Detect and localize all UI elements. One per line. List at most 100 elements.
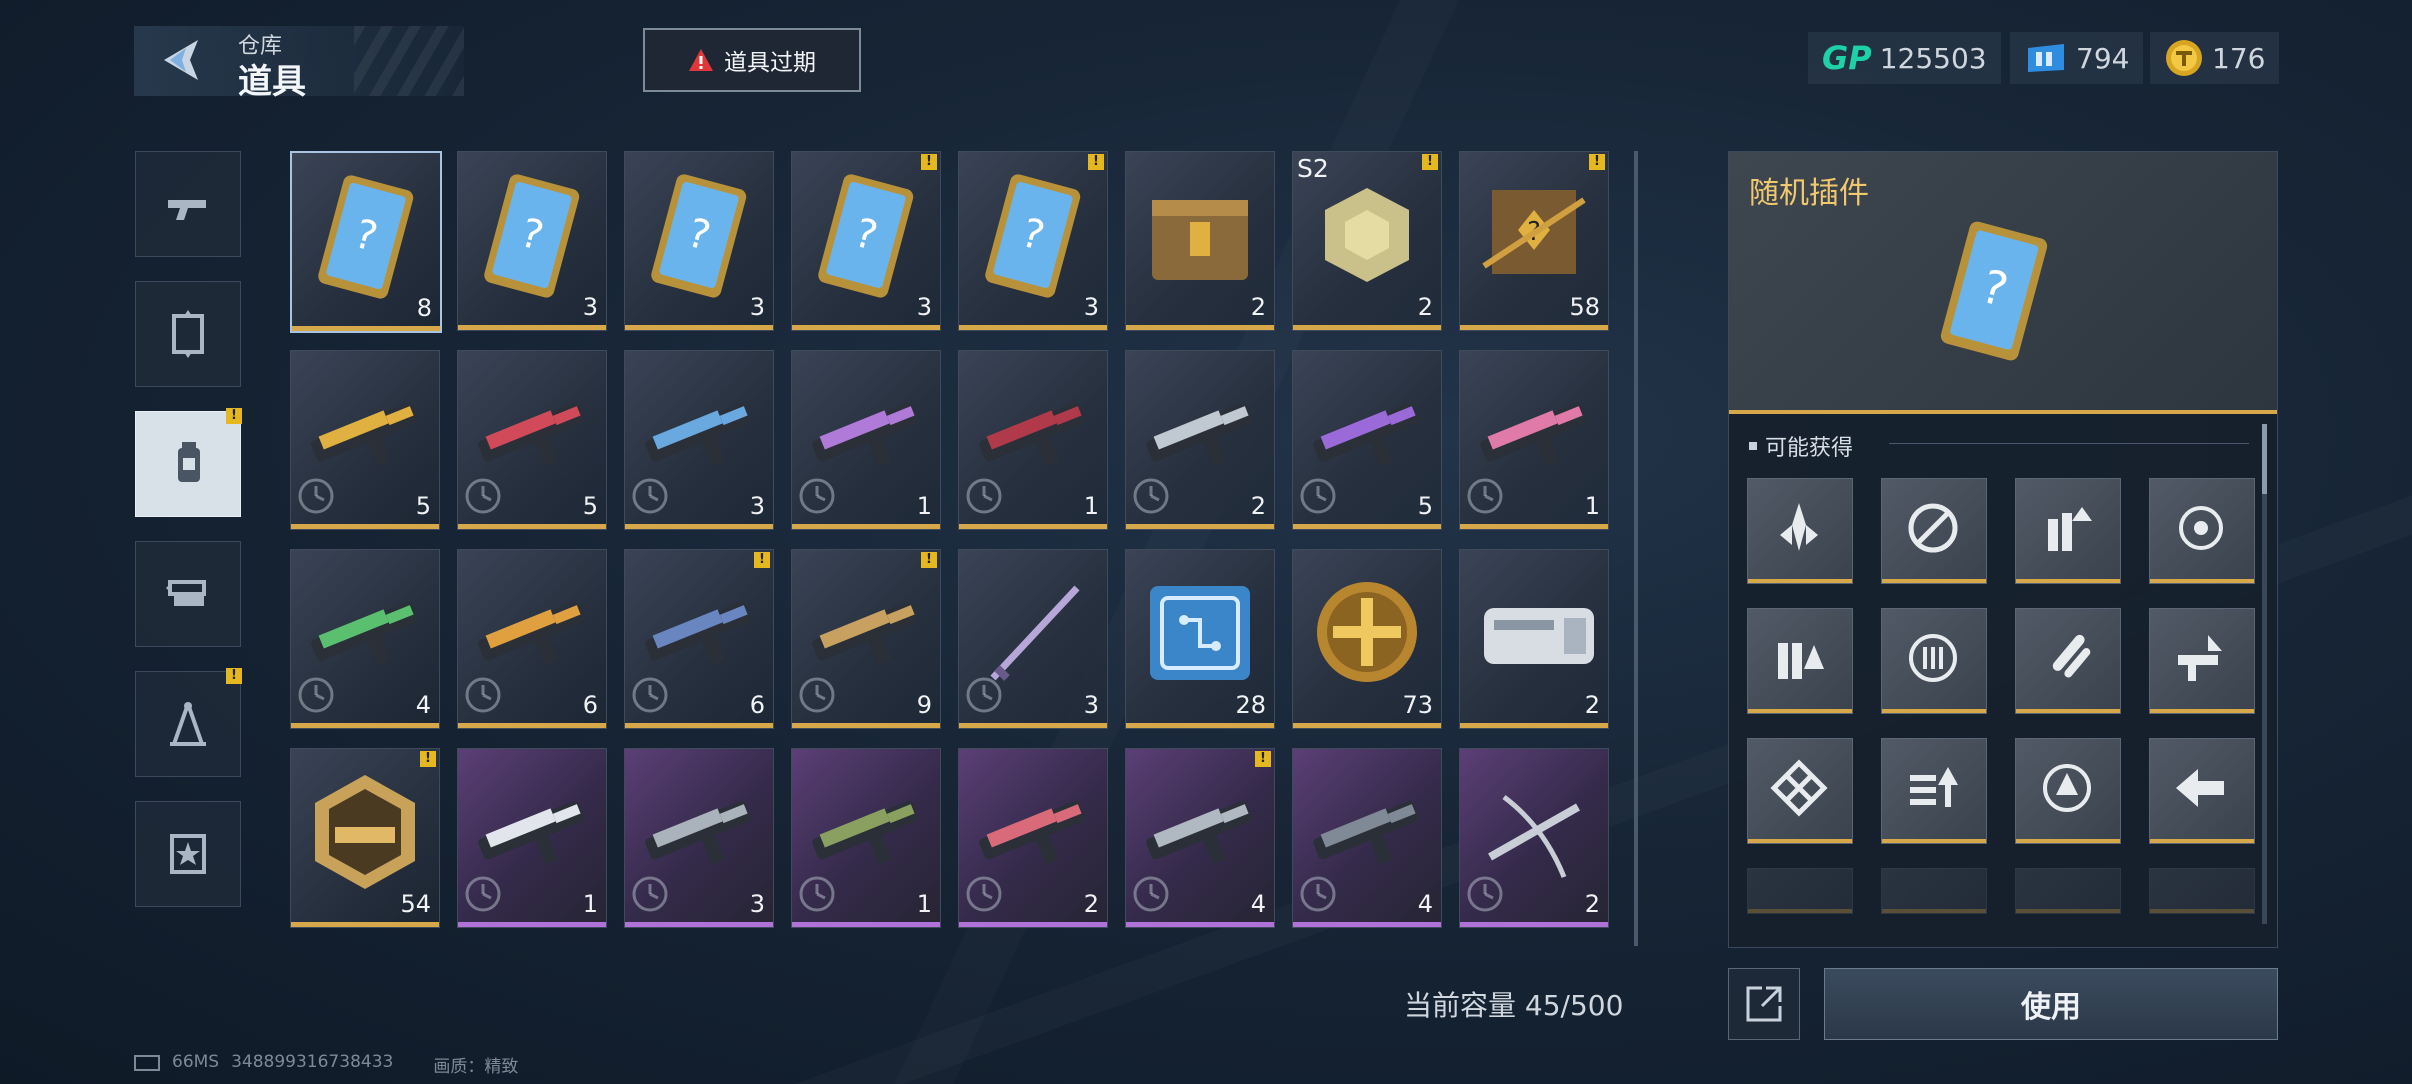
new-badge: ! <box>1255 751 1271 767</box>
category-tab-gun[interactable] <box>135 151 241 257</box>
possible-reward-item[interactable] <box>2015 608 2121 714</box>
possible-reward-item[interactable] <box>2015 868 2121 914</box>
inventory-slot[interactable]: 1 <box>958 350 1108 530</box>
possible-reward-item[interactable] <box>2149 608 2255 714</box>
ticket-currency: 794 <box>2010 32 2144 84</box>
possible-reward-item[interactable] <box>1881 608 1987 714</box>
rewards-scrollbar[interactable] <box>2262 424 2267 924</box>
timer-icon <box>632 677 668 713</box>
inventory-slot[interactable]: 4 <box>290 549 440 729</box>
inventory-slot[interactable]: 5 <box>290 350 440 530</box>
grid-scrollbar[interactable] <box>1634 151 1638 946</box>
item-count: 4 <box>1250 890 1266 918</box>
inventory-slot[interactable]: 5 <box>457 350 607 530</box>
inventory-slot[interactable]: 2 <box>958 748 1108 928</box>
capacity-label: 当前容量 45/500 <box>1404 989 1624 1022</box>
inventory-slot[interactable]: 3 <box>958 549 1108 729</box>
category-tab-swap[interactable] <box>135 541 241 647</box>
inventory-slot[interactable]: ! 9 <box>791 549 941 729</box>
inventory-slot[interactable]: 73 <box>1292 549 1442 729</box>
inventory-slot[interactable]: 1 <box>457 748 607 928</box>
inventory-slot[interactable]: ? 8 <box>290 151 442 333</box>
possible-reward-item[interactable] <box>1881 868 1987 914</box>
possible-reward-item[interactable] <box>2149 478 2255 584</box>
timer-icon <box>1133 478 1169 514</box>
inventory-slot[interactable]: 1 <box>791 350 941 530</box>
possible-reward-item[interactable] <box>1747 478 1853 584</box>
inventory-slot[interactable]: 2 <box>1459 549 1609 729</box>
lock-target-plugin-icon <box>2043 764 2091 812</box>
inventory-slot[interactable]: ! 4 <box>1125 748 1275 928</box>
timer-icon <box>1133 876 1169 912</box>
ticket-value: 794 <box>2076 41 2130 75</box>
category-tab-compass[interactable]: ! <box>135 668 242 777</box>
possible-reward-item[interactable] <box>2015 478 2121 584</box>
timer-icon <box>465 478 501 514</box>
inventory-slot[interactable]: 4 <box>1292 748 1442 928</box>
status-footer: 66MS 348899316738433 画质：精致 <box>134 1052 518 1077</box>
new-badge: ! <box>1589 154 1605 170</box>
ammo-up-plugin-icon <box>2048 507 2092 551</box>
inventory-slot[interactable]: 3 <box>624 350 774 530</box>
item-count: 1 <box>1584 492 1600 520</box>
possible-reward-item[interactable] <box>2015 738 2121 844</box>
inventory-slot[interactable]: 2 <box>1125 151 1275 331</box>
possible-reward-item[interactable] <box>1747 868 1853 914</box>
item-count: 58 <box>1569 293 1600 321</box>
rewards-scroll-thumb[interactable] <box>2262 424 2267 494</box>
possible-reward-item[interactable] <box>1881 478 1987 584</box>
item-count: 2 <box>1584 890 1600 918</box>
inventory-slot[interactable]: 28 <box>1125 549 1275 729</box>
inventory-slot[interactable]: 5 <box>1292 350 1442 530</box>
gold-medal-icon <box>1317 582 1417 682</box>
inventory-slot[interactable]: 2 <box>1459 748 1609 928</box>
inventory-slot[interactable]: 1 <box>1459 350 1609 530</box>
possible-reward-item[interactable] <box>1747 738 1853 844</box>
back-button[interactable]: 仓库 道具 <box>134 26 464 102</box>
new-badge: ! <box>921 154 937 170</box>
gun-upgrade-plugin-icon <box>2178 635 2222 681</box>
new-badge: ! <box>226 408 242 424</box>
timer-icon <box>632 478 668 514</box>
inventory-slot[interactable]: 2 <box>1125 350 1275 530</box>
use-button[interactable]: 使用 <box>1824 968 2278 1040</box>
inventory-slot[interactable]: 1 <box>791 748 941 928</box>
inventory-slot[interactable]: ! 6 <box>624 549 774 729</box>
share-button[interactable] <box>1728 968 1800 1040</box>
category-tab-frame[interactable] <box>135 281 241 387</box>
inventory-slot[interactable]: ? 3 <box>457 151 607 331</box>
gun-icon <box>168 200 206 220</box>
possible-reward-item[interactable] <box>1881 738 1987 844</box>
star-badge-icon <box>170 834 206 874</box>
inventory-slot[interactable]: ?! 3 <box>958 151 1108 331</box>
possible-reward-item[interactable] <box>2149 868 2255 914</box>
possible-reward-item[interactable] <box>1747 608 1853 714</box>
inventory-slot[interactable]: S2! 2 <box>1292 151 1442 331</box>
possible-reward-item[interactable] <box>2149 738 2255 844</box>
inventory-slot[interactable]: ? 3 <box>624 151 774 331</box>
category-tab-item-bag[interactable]: ! <box>135 408 242 517</box>
detail-item-name: 随机插件 <box>1749 176 1869 211</box>
swap-icon <box>166 580 206 606</box>
expired-items-button[interactable]: 道具过期 <box>643 28 861 92</box>
item-count: 3 <box>749 890 765 918</box>
timer-icon <box>465 876 501 912</box>
inventory-slot[interactable]: ! 54 <box>290 748 440 928</box>
ammo-alert-plugin-icon <box>1778 643 1824 679</box>
ticket-icon <box>2028 44 2064 72</box>
category-tab-star-badge[interactable] <box>135 801 241 907</box>
rocket-plugin-icon <box>1780 503 1818 551</box>
share-icon <box>1746 986 1782 1022</box>
timer-icon <box>298 677 334 713</box>
timer-icon <box>799 677 835 713</box>
inventory-slot[interactable]: ?! 3 <box>791 151 941 331</box>
inventory-slot[interactable]: 6 <box>457 549 607 729</box>
item-count: 6 <box>582 691 598 719</box>
item-count: 1 <box>916 492 932 520</box>
new-badge: ! <box>921 552 937 568</box>
item-count: 5 <box>1417 492 1433 520</box>
timer-icon <box>799 478 835 514</box>
gp-icon: GP <box>1822 39 1872 77</box>
inventory-slot[interactable]: 3 <box>624 748 774 928</box>
inventory-slot[interactable]: ?! 58 <box>1459 151 1609 331</box>
